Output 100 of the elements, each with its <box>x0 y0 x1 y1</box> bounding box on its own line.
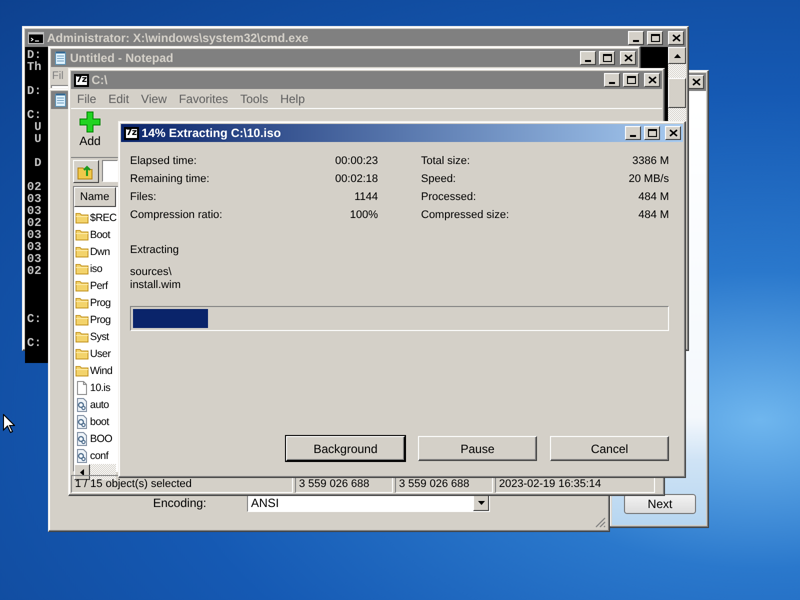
folder-icon <box>75 279 89 292</box>
stat-label: Remaining time: <box>130 173 210 185</box>
console-text: C: <box>27 109 42 121</box>
maximize-icon <box>626 76 636 84</box>
cancel-button[interactable]: Cancel <box>550 436 669 461</box>
file-name[interactable]: Prog <box>90 314 111 326</box>
maximize-button[interactable] <box>623 73 639 87</box>
background-button[interactable]: Background <box>286 436 405 461</box>
mouse-cursor-icon <box>3 414 15 433</box>
console-text: Th <box>27 61 42 73</box>
folder-icon <box>75 228 89 241</box>
console-text: 03 <box>27 253 42 265</box>
scroll-thumb[interactable] <box>668 78 686 108</box>
close-icon <box>668 129 678 137</box>
path-field[interactable] <box>102 160 118 182</box>
close-button[interactable] <box>668 31 684 45</box>
window-title: 14% Extracting C:\10.iso <box>142 126 281 140</box>
file-name[interactable]: BOO <box>90 432 112 444</box>
encoding-label: Encoding: <box>153 496 208 510</box>
file-name[interactable]: Syst <box>90 330 109 342</box>
stat-label: Compression ratio: <box>130 209 222 221</box>
gear-file-icon <box>75 414 89 428</box>
scroll-up-button[interactable] <box>668 47 686 64</box>
stat-value: 1144 <box>353 191 378 203</box>
file-name[interactable]: auto <box>90 398 109 410</box>
pause-button[interactable]: Pause <box>418 436 537 461</box>
console-text: D: <box>27 85 42 97</box>
notepad-icon <box>54 93 67 107</box>
menu-item[interactable]: Tools <box>240 92 268 105</box>
menu-item[interactable]: Favorites <box>178 92 228 105</box>
next-button[interactable]: Next <box>624 494 696 514</box>
stat-label: Total size: <box>421 155 471 167</box>
console-text: U <box>33 121 42 133</box>
close-button[interactable] <box>665 126 681 140</box>
file-name[interactable]: conf <box>90 450 108 462</box>
maximize-icon <box>648 129 656 137</box>
stat-label: Files: <box>130 191 158 203</box>
maximize-icon <box>650 34 660 42</box>
maximize-button[interactable] <box>599 51 615 65</box>
folder-icon <box>75 211 89 224</box>
folder-icon <box>75 245 89 258</box>
file-name[interactable]: $REC <box>90 212 116 224</box>
folder-icon <box>75 262 89 275</box>
folder-icon <box>75 313 89 326</box>
file-name[interactable]: Prog <box>90 296 111 308</box>
file-name[interactable]: Perf <box>90 280 108 292</box>
folder-path: sources\ <box>130 266 173 279</box>
stat-value: 00:02:18 <box>334 173 378 185</box>
minimize-button[interactable] <box>580 51 596 65</box>
folder-icon <box>75 296 89 309</box>
left-arrow-icon <box>78 468 86 476</box>
status-text: Extracting <box>130 244 180 257</box>
close-button[interactable] <box>620 51 636 65</box>
maximize-icon <box>602 54 612 62</box>
close-icon <box>692 78 700 86</box>
caret-icon <box>476 499 486 507</box>
file-name[interactable]: 10.is <box>90 382 110 394</box>
console-text: 03 <box>27 193 42 205</box>
console-text: D: <box>27 49 42 61</box>
console-text: 02 <box>27 265 42 277</box>
maximize-button[interactable] <box>647 31 663 45</box>
file-name[interactable]: Boot <box>90 228 110 240</box>
close-button[interactable] <box>688 75 704 89</box>
file-name[interactable]: iso <box>90 262 102 274</box>
column-header[interactable]: Name <box>74 187 116 207</box>
minimize-button[interactable] <box>604 73 620 87</box>
close-icon <box>648 76 656 84</box>
console-text: 03 <box>27 205 42 217</box>
console-text: D <box>33 157 42 169</box>
maximize-button[interactable] <box>644 126 660 140</box>
minimize-button[interactable] <box>625 126 641 140</box>
up-folder-button[interactable] <box>73 160 99 182</box>
gear-file-icon <box>75 398 89 412</box>
menu-item[interactable]: Help <box>280 92 305 105</box>
close-button[interactable] <box>644 73 660 87</box>
file-name[interactable]: boot <box>90 416 109 428</box>
folder-icon <box>75 364 89 377</box>
menu-item[interactable]: Edit <box>108 92 130 105</box>
folder-icon <box>75 347 89 360</box>
file-name: install.wim <box>130 279 182 292</box>
close-icon <box>624 54 632 62</box>
menu-item[interactable]: File <box>77 92 96 105</box>
menu-item[interactable]: View <box>141 92 167 105</box>
stat-label: Speed: <box>421 173 457 185</box>
stat-label: Processed: <box>421 191 478 203</box>
minimize-button[interactable] <box>628 31 644 45</box>
file-name[interactable]: Dwn <box>90 246 110 258</box>
stat-value: 20 MB/s <box>628 173 669 185</box>
console-text: C: <box>27 313 42 325</box>
console-text: 03 <box>27 229 42 241</box>
add-button[interactable]: Add <box>75 111 105 148</box>
notepad-icon <box>54 51 67 65</box>
file-name[interactable]: Wind <box>90 364 112 376</box>
resize-grip-icon <box>595 517 606 528</box>
scroll-left-button[interactable] <box>74 464 90 480</box>
dropdown-button[interactable] <box>473 495 489 511</box>
file-name[interactable]: User <box>90 348 111 360</box>
console-text: 02 <box>27 217 42 229</box>
up-arrow-icon <box>672 52 682 60</box>
stat-value: 484 M <box>637 191 669 203</box>
